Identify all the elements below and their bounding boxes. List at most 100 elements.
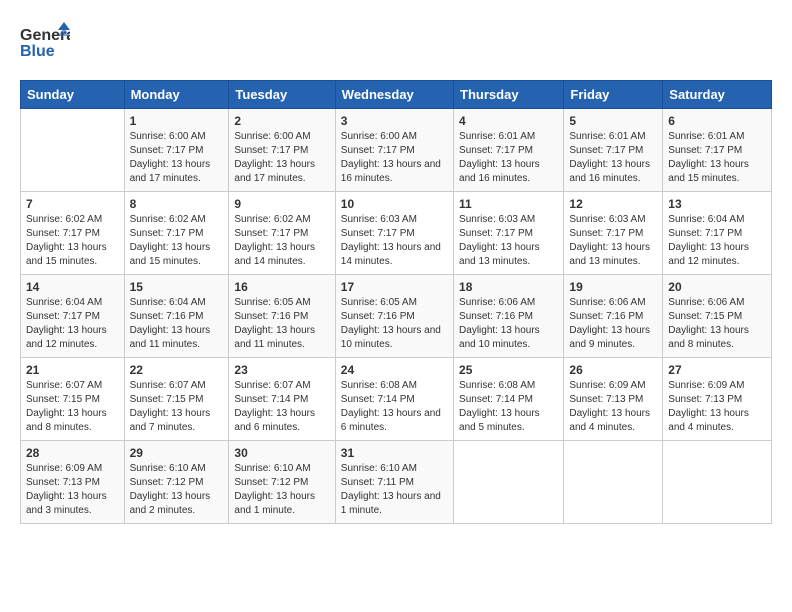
day-cell: 26 Sunrise: 6:09 AM Sunset: 7:13 PM Dayl… xyxy=(564,358,663,441)
sunset: Sunset: 7:15 PM xyxy=(26,394,100,405)
header: General Blue xyxy=(20,20,772,70)
day-number: 21 xyxy=(26,363,119,377)
day-cell: 10 Sunrise: 6:03 AM Sunset: 7:17 PM Dayl… xyxy=(335,192,453,275)
day-number: 16 xyxy=(234,280,329,294)
header-saturday: Saturday xyxy=(663,81,772,109)
sunset: Sunset: 7:17 PM xyxy=(26,228,100,239)
day-cell: 27 Sunrise: 6:09 AM Sunset: 7:13 PM Dayl… xyxy=(663,358,772,441)
day-cell: 3 Sunrise: 6:00 AM Sunset: 7:17 PM Dayli… xyxy=(335,109,453,192)
week-row-1: 1 Sunrise: 6:00 AM Sunset: 7:17 PM Dayli… xyxy=(21,109,772,192)
day-number: 4 xyxy=(459,114,558,128)
daylight: Daylight: 13 hours and 9 minutes. xyxy=(569,325,650,350)
sunset: Sunset: 7:16 PM xyxy=(130,311,204,322)
day-cell: 23 Sunrise: 6:07 AM Sunset: 7:14 PM Dayl… xyxy=(229,358,335,441)
daylight: Daylight: 13 hours and 12 minutes. xyxy=(26,325,107,350)
sunset: Sunset: 7:13 PM xyxy=(26,477,100,488)
sunrise: Sunrise: 6:09 AM xyxy=(668,380,744,391)
day-number: 3 xyxy=(341,114,448,128)
day-number: 28 xyxy=(26,446,119,460)
day-info: Sunrise: 6:00 AM Sunset: 7:17 PM Dayligh… xyxy=(130,130,224,186)
daylight: Daylight: 13 hours and 10 minutes. xyxy=(459,325,540,350)
day-number: 25 xyxy=(459,363,558,377)
sunset: Sunset: 7:16 PM xyxy=(234,311,308,322)
day-info: Sunrise: 6:05 AM Sunset: 7:16 PM Dayligh… xyxy=(234,296,329,352)
day-info: Sunrise: 6:06 AM Sunset: 7:15 PM Dayligh… xyxy=(668,296,766,352)
sunrise: Sunrise: 6:09 AM xyxy=(26,463,102,474)
sunrise: Sunrise: 6:04 AM xyxy=(130,297,206,308)
sunrise: Sunrise: 6:08 AM xyxy=(459,380,535,391)
sunset: Sunset: 7:17 PM xyxy=(569,145,643,156)
day-info: Sunrise: 6:09 AM Sunset: 7:13 PM Dayligh… xyxy=(668,379,766,435)
day-cell: 16 Sunrise: 6:05 AM Sunset: 7:16 PM Dayl… xyxy=(229,275,335,358)
sunset: Sunset: 7:17 PM xyxy=(341,228,415,239)
day-number: 5 xyxy=(569,114,657,128)
day-info: Sunrise: 6:01 AM Sunset: 7:17 PM Dayligh… xyxy=(569,130,657,186)
day-cell: 15 Sunrise: 6:04 AM Sunset: 7:16 PM Dayl… xyxy=(124,275,229,358)
daylight: Daylight: 13 hours and 8 minutes. xyxy=(26,408,107,433)
day-cell: 8 Sunrise: 6:02 AM Sunset: 7:17 PM Dayli… xyxy=(124,192,229,275)
day-cell: 18 Sunrise: 6:06 AM Sunset: 7:16 PM Dayl… xyxy=(454,275,564,358)
sunrise: Sunrise: 6:08 AM xyxy=(341,380,417,391)
sunrise: Sunrise: 6:07 AM xyxy=(130,380,206,391)
daylight: Daylight: 13 hours and 15 minutes. xyxy=(26,242,107,267)
sunset: Sunset: 7:15 PM xyxy=(668,311,742,322)
sunrise: Sunrise: 6:01 AM xyxy=(569,131,645,142)
day-number: 23 xyxy=(234,363,329,377)
day-info: Sunrise: 6:07 AM Sunset: 7:15 PM Dayligh… xyxy=(26,379,119,435)
day-number: 13 xyxy=(668,197,766,211)
calendar-table: SundayMondayTuesdayWednesdayThursdayFrid… xyxy=(20,80,772,524)
day-info: Sunrise: 6:03 AM Sunset: 7:17 PM Dayligh… xyxy=(569,213,657,269)
day-info: Sunrise: 6:03 AM Sunset: 7:17 PM Dayligh… xyxy=(459,213,558,269)
sunrise: Sunrise: 6:10 AM xyxy=(234,463,310,474)
sunrise: Sunrise: 6:00 AM xyxy=(234,131,310,142)
day-cell: 1 Sunrise: 6:00 AM Sunset: 7:17 PM Dayli… xyxy=(124,109,229,192)
daylight: Daylight: 13 hours and 4 minutes. xyxy=(569,408,650,433)
sunset: Sunset: 7:17 PM xyxy=(668,145,742,156)
day-cell: 4 Sunrise: 6:01 AM Sunset: 7:17 PM Dayli… xyxy=(454,109,564,192)
sunset: Sunset: 7:16 PM xyxy=(459,311,533,322)
day-cell xyxy=(663,441,772,524)
header-monday: Monday xyxy=(124,81,229,109)
sunset: Sunset: 7:17 PM xyxy=(234,145,308,156)
sunset: Sunset: 7:17 PM xyxy=(668,228,742,239)
day-info: Sunrise: 6:06 AM Sunset: 7:16 PM Dayligh… xyxy=(459,296,558,352)
day-cell: 2 Sunrise: 6:00 AM Sunset: 7:17 PM Dayli… xyxy=(229,109,335,192)
header-thursday: Thursday xyxy=(454,81,564,109)
day-number: 12 xyxy=(569,197,657,211)
sunrise: Sunrise: 6:02 AM xyxy=(234,214,310,225)
sunset: Sunset: 7:17 PM xyxy=(234,228,308,239)
daylight: Daylight: 13 hours and 16 minutes. xyxy=(341,159,441,184)
sunrise: Sunrise: 6:07 AM xyxy=(26,380,102,391)
day-number: 14 xyxy=(26,280,119,294)
day-info: Sunrise: 6:07 AM Sunset: 7:14 PM Dayligh… xyxy=(234,379,329,435)
sunset: Sunset: 7:16 PM xyxy=(569,311,643,322)
day-info: Sunrise: 6:08 AM Sunset: 7:14 PM Dayligh… xyxy=(459,379,558,435)
daylight: Daylight: 13 hours and 6 minutes. xyxy=(234,408,315,433)
svg-text:Blue: Blue xyxy=(20,43,55,60)
sunset: Sunset: 7:12 PM xyxy=(234,477,308,488)
day-number: 18 xyxy=(459,280,558,294)
sunrise: Sunrise: 6:10 AM xyxy=(130,463,206,474)
day-info: Sunrise: 6:10 AM Sunset: 7:11 PM Dayligh… xyxy=(341,462,448,518)
logo: General Blue xyxy=(20,20,70,70)
day-cell: 7 Sunrise: 6:02 AM Sunset: 7:17 PM Dayli… xyxy=(21,192,125,275)
sunset: Sunset: 7:17 PM xyxy=(130,145,204,156)
sunset: Sunset: 7:17 PM xyxy=(459,228,533,239)
day-cell: 5 Sunrise: 6:01 AM Sunset: 7:17 PM Dayli… xyxy=(564,109,663,192)
sunrise: Sunrise: 6:02 AM xyxy=(26,214,102,225)
day-cell: 22 Sunrise: 6:07 AM Sunset: 7:15 PM Dayl… xyxy=(124,358,229,441)
day-number: 2 xyxy=(234,114,329,128)
sunset: Sunset: 7:14 PM xyxy=(234,394,308,405)
day-cell: 13 Sunrise: 6:04 AM Sunset: 7:17 PM Dayl… xyxy=(663,192,772,275)
sunrise: Sunrise: 6:01 AM xyxy=(668,131,744,142)
day-info: Sunrise: 6:08 AM Sunset: 7:14 PM Dayligh… xyxy=(341,379,448,435)
day-number: 19 xyxy=(569,280,657,294)
daylight: Daylight: 13 hours and 13 minutes. xyxy=(459,242,540,267)
week-row-4: 21 Sunrise: 6:07 AM Sunset: 7:15 PM Dayl… xyxy=(21,358,772,441)
day-info: Sunrise: 6:03 AM Sunset: 7:17 PM Dayligh… xyxy=(341,213,448,269)
header-wednesday: Wednesday xyxy=(335,81,453,109)
day-info: Sunrise: 6:02 AM Sunset: 7:17 PM Dayligh… xyxy=(26,213,119,269)
day-number: 7 xyxy=(26,197,119,211)
day-cell: 29 Sunrise: 6:10 AM Sunset: 7:12 PM Dayl… xyxy=(124,441,229,524)
day-number: 22 xyxy=(130,363,224,377)
